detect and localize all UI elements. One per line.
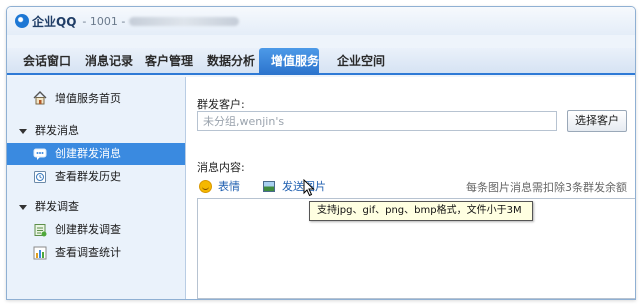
send-image-tooltip: 支持jpg、gif、png、bmp格式，文件小于3M xyxy=(309,201,533,221)
sidebar-item-label: 查看调查统计 xyxy=(55,246,121,259)
section-group-message[interactable]: 群发消息 xyxy=(7,121,185,141)
sidebar-item-home[interactable]: 增值服务首页 xyxy=(7,87,185,109)
sidebar-item-label: 创建群发消息 xyxy=(55,147,121,160)
section-group-survey[interactable]: 群发调查 xyxy=(7,197,185,217)
collapse-triangle-icon xyxy=(19,128,27,134)
message-content-label: 消息内容: xyxy=(197,161,245,174)
image-cost-hint: 每条图片消息需扣除3条群发余额 xyxy=(466,181,627,194)
recipients-label: 群发客户: xyxy=(197,98,245,111)
section-title: 群发消息 xyxy=(35,124,79,137)
main-tabs: 会话窗口 消息记录 客户管理 数据分析 增值服务 企业空间 xyxy=(7,48,635,75)
send-image-button[interactable]: 发送图片 xyxy=(263,178,326,194)
recipients-input[interactable] xyxy=(197,111,557,131)
tab-value-added-services[interactable]: 增值服务 xyxy=(259,48,319,75)
tab-message-history[interactable]: 消息记录 xyxy=(73,48,133,75)
app-name: 企业QQ xyxy=(32,14,77,29)
blurred-username xyxy=(129,16,240,26)
sidebar-item-label: 查看群发历史 xyxy=(55,170,121,183)
tab-data-analysis[interactable]: 数据分析 xyxy=(195,48,255,75)
sidebar-item-group-history[interactable]: 查看群发历史 xyxy=(7,166,185,188)
sidebar-item-label: 增值服务首页 xyxy=(55,92,121,105)
main-panel: 群发客户: 选择客户 消息内容: 表情 发送图片 每条图片消息需扣除3条群发余额 xyxy=(186,77,635,299)
history-icon xyxy=(33,170,47,184)
qq-logo-icon xyxy=(15,14,29,28)
mouse-cursor-icon xyxy=(303,178,315,200)
sidebar-item-create-group-message[interactable]: 创建群发消息 xyxy=(7,143,185,165)
sidebar-item-create-survey[interactable]: 创建群发调查 xyxy=(7,219,185,241)
image-icon xyxy=(263,180,275,192)
collapse-triangle-icon xyxy=(19,204,27,210)
sidebar-item-survey-stats[interactable]: 查看调查统计 xyxy=(7,242,185,264)
chat-bubble-icon xyxy=(33,147,47,161)
emoji-label: 表情 xyxy=(218,180,240,193)
app-window: 企业QQ - 1001 - 会话窗口 消息记录 客户管理 数据分析 增值服务 企… xyxy=(6,6,636,300)
app-id: - 1001 - xyxy=(82,14,126,28)
tab-chat-window[interactable]: 会话窗口 xyxy=(11,48,73,75)
section-title: 群发调查 xyxy=(35,200,79,213)
select-customers-button[interactable]: 选择客户 xyxy=(567,110,627,132)
sidebar: 增值服务首页 群发消息 创建群发消息 查看群发历史 群发调查 创建群发调查 查看… xyxy=(7,77,186,299)
survey-icon xyxy=(33,223,47,237)
tab-customer-management[interactable]: 客户管理 xyxy=(133,48,195,75)
smiley-icon xyxy=(199,179,212,193)
house-icon xyxy=(33,91,47,105)
title-bar: 企业QQ - 1001 - xyxy=(7,7,635,35)
emoji-button[interactable]: 表情 xyxy=(199,178,240,194)
sidebar-item-label: 创建群发调查 xyxy=(55,223,121,236)
bar-chart-icon xyxy=(33,246,47,260)
tab-enterprise-space[interactable]: 企业空间 xyxy=(325,48,387,75)
